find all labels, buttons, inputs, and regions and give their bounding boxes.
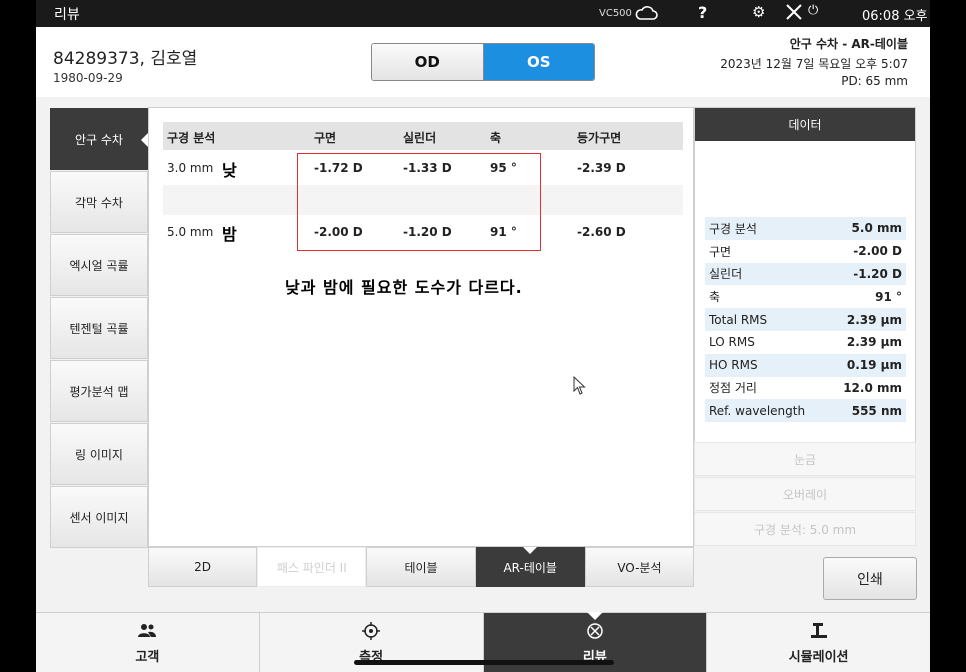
data-row: 실린더 -1.20 D: [705, 262, 906, 286]
simulation-icon: [810, 623, 827, 638]
cloud-icon[interactable]: [634, 5, 658, 21]
data-row: 구면 -2.00 D: [705, 240, 906, 263]
status-bar: 리뷰 VC500 ? ⚙ ⏻ 06:08 오후: [36, 0, 930, 27]
nav-item-evaluation-map[interactable]: 평가분석 맵: [50, 360, 148, 422]
exam-datetime: 2023년 12월 7일 목요일 오후 5:07: [720, 57, 908, 71]
appbar-simulation[interactable]: 시뮬레이션: [707, 613, 930, 672]
people-icon: [138, 624, 157, 637]
clock: 06:08 오후: [862, 9, 928, 24]
data-label: 정점 거리: [709, 381, 757, 396]
appbar-label: 고객: [135, 650, 160, 665]
eye-toggle: OD OS: [371, 43, 595, 81]
data-label: 축: [709, 290, 721, 305]
appbar-label: 시뮬레이션: [788, 650, 849, 665]
row-se: -2.60 D: [577, 225, 626, 239]
tab-pathfinder[interactable]: 패스 파인더 II: [257, 547, 367, 587]
data-value: -2.00 D: [853, 244, 902, 259]
tab-vo-analysis[interactable]: VO-분석: [584, 547, 695, 587]
exam-mode: 안구 수차 - AR-테이블: [789, 37, 908, 51]
data-row: 정점 거리 12.0 mm: [705, 377, 906, 400]
data-row: 구경 분석 5.0 mm: [705, 217, 906, 240]
data-value: 5.0 mm: [851, 221, 902, 236]
data-label: 구경 분석: [709, 221, 757, 236]
data-value: 0.19 µm: [846, 358, 902, 373]
review-icon: [587, 623, 603, 639]
app-screen: 리뷰 VC500 ? ⚙ ⏻ 06:08 오후 84289373, 김호열 19…: [36, 0, 930, 672]
nav-item-sensor-image[interactable]: 센서 이미지: [50, 486, 148, 548]
night-label: 밤: [222, 225, 237, 244]
data-list: 구경 분석 5.0 mm 구면 -2.00 D 실린더 -1.20 D 축 91 ° T…: [705, 217, 906, 423]
data-label: HO RMS: [709, 358, 758, 373]
gear-icon[interactable]: ⚙: [752, 3, 765, 21]
col-spherical-equivalent: 등가구면: [577, 131, 622, 145]
data-label: 실린더: [709, 267, 743, 282]
highlight-box: [297, 153, 541, 251]
data-value: 2.39 µm: [846, 312, 902, 327]
day-label: 낮: [222, 161, 237, 180]
mouse-cursor-icon: [573, 376, 586, 395]
print-button[interactable]: 인쇄: [823, 557, 917, 600]
data-row: LO RMS 2.39 µm: [705, 331, 906, 354]
data-row: 축 91 °: [705, 285, 906, 308]
patient-header: 84289373, 김호열 1980-09-29 OD OS 안구 수차 - A…: [36, 27, 930, 97]
nav-item-ocular-aberration[interactable]: 안구 수차: [50, 108, 148, 170]
close-icon[interactable]: [784, 2, 804, 22]
home-indicator: [354, 660, 614, 665]
data-label: Total RMS: [709, 312, 768, 327]
help-icon[interactable]: ?: [698, 3, 707, 22]
left-nav: 안구 수차 각막 수차 엑시얼 곡률 텐젠털 곡률 평가분석 맵 링 이미지 센…: [50, 108, 148, 549]
data-label: 구면: [709, 244, 732, 259]
nav-item-ring-image[interactable]: 링 이미지: [50, 423, 148, 485]
data-panel-title: 데이터: [695, 108, 915, 141]
ar-table-panel: 구경 분석 구면 실린더 축 등가구면 3.0 mm 낮 -1.72 D -1.…: [148, 107, 694, 547]
data-value: 2.39 µm: [846, 335, 902, 350]
view-tabs: 2D 패스 파인더 II 테이블 AR-테이블 VO-분석: [148, 547, 695, 587]
patient-name: 84289373, 김호열: [53, 49, 198, 69]
row-aperture: 5.0 mm: [167, 225, 214, 239]
col-cylinder: 실린더: [403, 131, 437, 145]
pd-value: PD: 65 mm: [841, 74, 908, 88]
tab-table[interactable]: 테이블: [366, 547, 476, 587]
patient-dob: 1980-09-29: [53, 71, 123, 85]
col-axis: 축: [490, 131, 502, 145]
os-button[interactable]: OS: [483, 44, 594, 80]
data-value: -1.20 D: [853, 266, 902, 281]
tab-ar-table[interactable]: AR-테이블: [475, 547, 585, 587]
device-label: VC500: [599, 8, 632, 19]
col-aperture: 구경 분석: [167, 131, 216, 145]
data-row: HO RMS 0.19 µm: [705, 353, 906, 377]
nav-item-corneal-aberration[interactable]: 각막 수차: [50, 171, 148, 233]
tab-2d[interactable]: 2D: [148, 547, 258, 587]
data-value: 555 nm: [851, 403, 902, 418]
appbar-customer[interactable]: 고객: [36, 613, 260, 672]
annotation-text: 낮과 밤에 필요한 도수가 다르다.: [285, 278, 523, 297]
data-panel: 데이터 구경 분석 5.0 mm 구면 -2.00 D 실린더 -1.20 D 축 91…: [694, 107, 916, 443]
nav-item-axial-curvature[interactable]: 엑시얼 곡률: [50, 234, 148, 296]
power-icon[interactable]: ⏻: [808, 3, 818, 18]
col-sphere: 구면: [314, 131, 337, 145]
data-row: Ref. wavelength 555 nm: [705, 399, 906, 423]
app-title: 리뷰: [54, 7, 80, 23]
row-se: -2.39 D: [577, 161, 626, 175]
od-button[interactable]: OD: [372, 44, 484, 80]
aperture-analysis-button[interactable]: 구경 분석: 5.0 mm: [694, 512, 916, 546]
table-header: 구경 분석 구면 실린더 축 등가구면: [163, 122, 683, 150]
data-value: 91 °: [875, 289, 902, 304]
measure-icon: [362, 622, 381, 640]
data-value: 12.0 mm: [843, 380, 902, 395]
row-aperture: 3.0 mm: [167, 161, 214, 175]
data-row: Total RMS 2.39 µm: [705, 308, 906, 331]
scale-button[interactable]: 눈금: [694, 442, 916, 476]
data-label: LO RMS: [709, 335, 755, 350]
nav-item-tangential-curvature[interactable]: 텐젠털 곡률: [50, 297, 148, 359]
data-label: Ref. wavelength: [709, 403, 806, 418]
overlay-button[interactable]: 오버레이: [694, 477, 916, 511]
